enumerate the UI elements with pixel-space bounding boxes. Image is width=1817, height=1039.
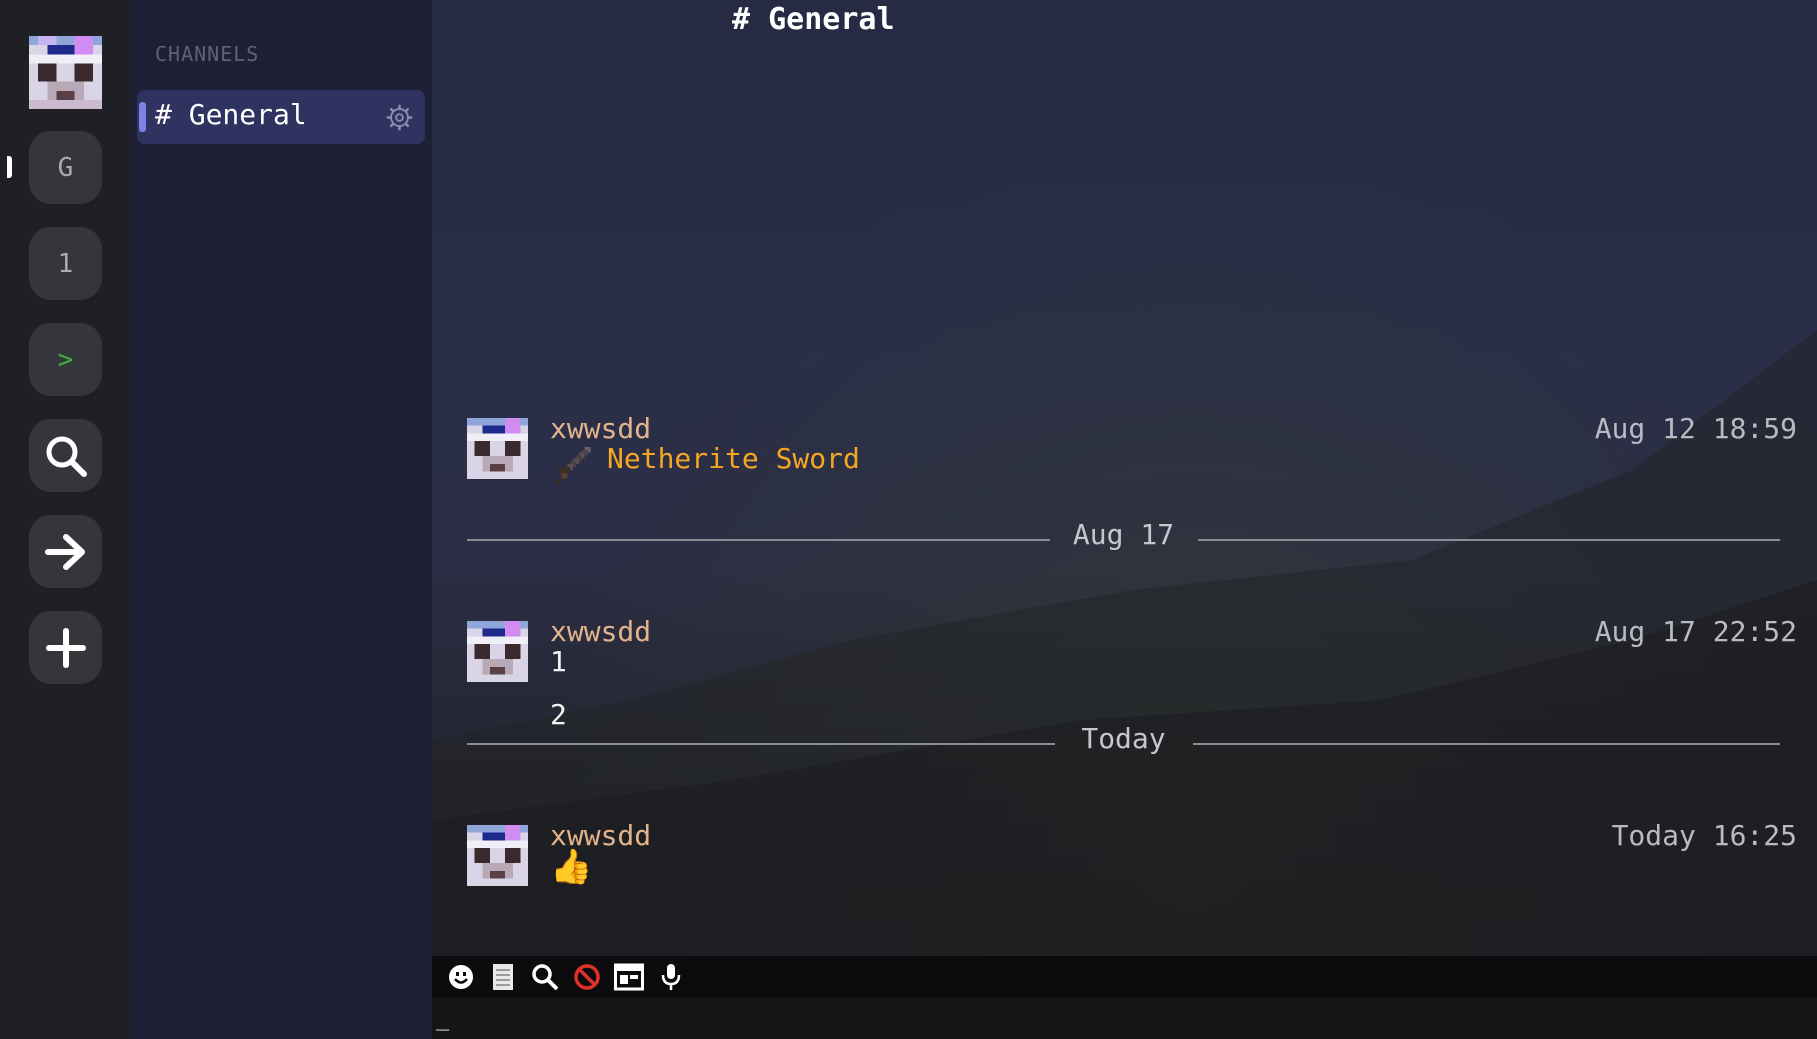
- avatar[interactable]: [467, 418, 528, 479]
- chat-input[interactable]: [432, 998, 1817, 1039]
- search-messages-button[interactable]: [530, 962, 560, 992]
- server-button-1[interactable]: 1: [29, 227, 102, 300]
- screenshot-icon: [614, 963, 644, 991]
- server-avatar[interactable]: [29, 36, 102, 109]
- message-author[interactable]: xwwsdd: [550, 615, 651, 648]
- server-button-g[interactable]: G: [29, 131, 102, 204]
- block-icon: [574, 964, 600, 990]
- document-button[interactable]: [488, 962, 518, 992]
- add-server-button[interactable]: [29, 611, 102, 684]
- search-button[interactable]: [29, 419, 102, 492]
- chat-toolbar: [432, 956, 1817, 998]
- gear-icon[interactable]: [386, 104, 413, 131]
- channel-label: # General: [155, 98, 307, 131]
- active-server-indicator: [7, 156, 12, 178]
- plus-icon: [45, 627, 86, 668]
- search-icon: [532, 964, 559, 991]
- item-name[interactable]: Netherite Sword: [607, 442, 860, 475]
- divider-label: Aug 17: [1072, 518, 1175, 551]
- message-timestamp: Aug 17 22:52: [1594, 615, 1797, 648]
- divider-rule: [1198, 539, 1780, 541]
- divider-rule: [1193, 743, 1780, 745]
- chat-main: # General xwwsdd Aug 12 18:59 Netherite …: [432, 0, 1817, 1039]
- selected-channel-bar: [139, 102, 146, 132]
- channel-sidebar: CHANNELS # General: [130, 0, 432, 1039]
- voice-button[interactable]: [656, 962, 686, 992]
- smiley-icon: [449, 965, 473, 989]
- avatar[interactable]: [467, 825, 528, 886]
- message-text: 1: [550, 645, 567, 678]
- emoji-button[interactable]: [446, 962, 476, 992]
- channel-title: # General: [732, 2, 895, 37]
- block-button[interactable]: [572, 962, 602, 992]
- document-icon: [493, 964, 513, 990]
- microphone-icon: [661, 964, 681, 990]
- join-server-button[interactable]: [29, 515, 102, 588]
- screenshot-button[interactable]: [614, 962, 644, 992]
- channels-header: CHANNELS: [155, 42, 260, 66]
- thumbs-up-emoji: 👍: [550, 847, 593, 887]
- message-author[interactable]: xwwsdd: [550, 412, 651, 445]
- server-label: >: [57, 344, 74, 375]
- divider-label: Today: [1081, 722, 1166, 755]
- server-label: G: [57, 152, 74, 183]
- search-icon: [46, 436, 87, 477]
- server-button-terminal[interactable]: >: [29, 323, 102, 396]
- server-rail: G 1 >: [0, 0, 130, 1039]
- message-timestamp: Today 16:25: [1611, 819, 1797, 852]
- message-timestamp: Aug 12 18:59: [1594, 412, 1797, 445]
- date-divider: Today: [467, 722, 1780, 762]
- channel-item-general[interactable]: # General: [137, 90, 425, 144]
- arrow-right-icon: [44, 533, 85, 570]
- avatar[interactable]: [467, 621, 528, 682]
- date-divider: Aug 17: [467, 518, 1780, 558]
- netherite-sword-icon: [555, 446, 591, 485]
- server-label: 1: [57, 248, 74, 279]
